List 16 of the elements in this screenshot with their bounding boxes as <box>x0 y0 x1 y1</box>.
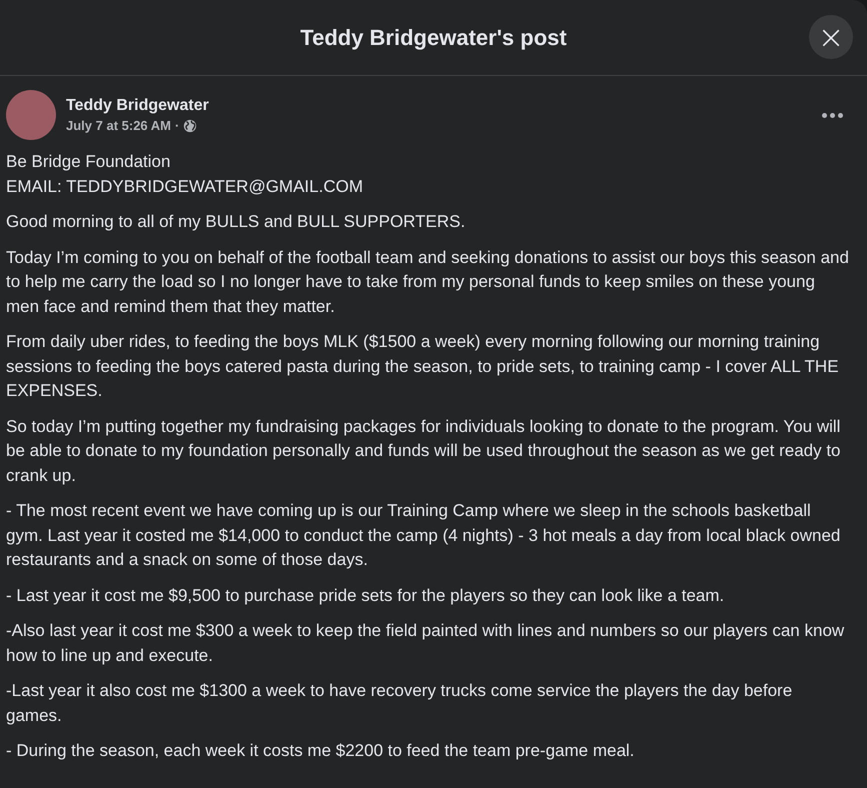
post-paragraph: Be Bridge Foundation EMAIL: TEDDYBRIDGEWATER@GMAIL.COM <box>6 151 364 198</box>
post-paragraph: - Last year it cost me $9,500 to purchase pride sets for the players so they can look like a team. <box>6 584 726 606</box>
post-time[interactable]: July 7 at 5:26 AM <box>66 118 172 133</box>
post-paragraph: Today I’m coming to you on behalf of the football team and seeking donations to assist our boys this season and to help me carry the load so I no longer have to take from my personal funds to keep smiles on these young men face and remind them that they matter. <box>6 246 850 318</box>
dialog-title: Teddy Bridgewater's post <box>300 24 567 50</box>
post-paragraph: -Also last year it cost me $300 a week to keep the field painted with lines and numbers so our players can know how to line up and execute. <box>6 620 846 666</box>
avatar-photo-placeholder[interactable] <box>6 90 56 140</box>
author-name[interactable]: Teddy Bridgewater <box>66 97 806 115</box>
post-paragraph: - During the season, each week it costs me $2200 to feed the team pre-game meal. <box>6 740 636 762</box>
post-paragraph: Good morning to all of my BULLS and BULL SUPPORTERS. <box>6 211 466 233</box>
post-paragraph: From daily uber rides, to feeding the boys MLK ($1500 a week) every morning following our morning training sessions to feeding the boys catered pasta during the season, to pride sets, to training camp - I cover ALL THE EXPENSES. <box>6 331 840 402</box>
post-paragraph: -Last year it also cost me $1300 a week to have recovery trucks come service the players the day before games. <box>6 680 794 726</box>
post-paragraph: - The most recent event we have coming up is our Training Camp where we sleep in the schools basketball gym. Last year it costed me $14,000 to conduct the camp (4 nights) - 3 hot meals a day from local black owned restaurants and a snack on some of those days. <box>6 500 842 571</box>
post-paragraph: So today I’m putting together my fundraising packages for individuals looking to donate to the program. You will be able to donate to my foundation personally and funds will be used throughout the season as we get ready to crank up. <box>6 416 842 486</box>
close-button[interactable]: × <box>809 15 853 59</box>
separator-dot: · <box>175 118 180 133</box>
